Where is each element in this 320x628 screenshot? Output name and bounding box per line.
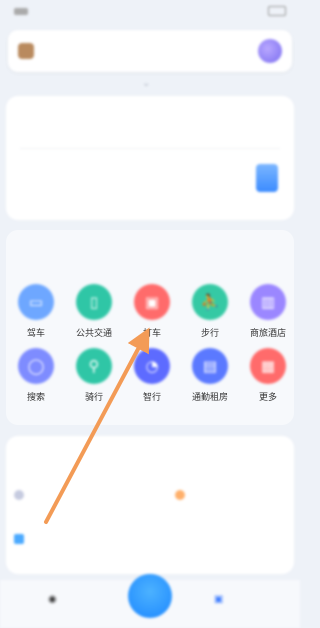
func-item-bike[interactable]: ⚲ 骑行 xyxy=(64,348,124,403)
hotel-icon: ▥ xyxy=(250,284,286,320)
nav-left-icon: ◉ xyxy=(48,594,57,605)
func-label: 打车 xyxy=(142,329,161,339)
signal-icon xyxy=(14,7,28,15)
func-item-walk[interactable]: ⛹ 步行 xyxy=(180,284,240,339)
func-label: 通勤租房 xyxy=(191,393,228,403)
search-bar[interactable] xyxy=(8,30,292,72)
func-item-taxi[interactable]: ▣ 打车 xyxy=(122,284,182,339)
addresses-card xyxy=(6,436,294,574)
timer-icon: ◔ xyxy=(134,348,170,384)
bus-icon: ▯ xyxy=(76,284,112,320)
func-item-car[interactable]: ▭ 驾车 xyxy=(6,284,66,339)
func-label: 商旅酒店 xyxy=(249,329,286,339)
info-icon xyxy=(256,164,278,192)
func-label: 搜索 xyxy=(26,393,45,403)
voice-assistant-icon[interactable] xyxy=(258,39,282,63)
hint-card-line1 xyxy=(20,166,26,177)
status-left xyxy=(14,7,32,15)
func-label: 智行 xyxy=(142,393,161,403)
nav-left[interactable]: ◉ xyxy=(48,594,61,605)
common-functions-section: ▭ 驾车 ▯ 公共交通 ▣ 打车 ⛹ 步行 ▥ 商旅酒店 ◯ 搜索 ⚲ 骑行 ◔ xyxy=(6,230,294,425)
func-item-bus[interactable]: ▯ 公共交通 xyxy=(64,284,124,339)
chevron-down-icon[interactable]: ⌄ xyxy=(142,78,150,89)
status-bar xyxy=(0,0,300,22)
divider xyxy=(20,148,280,149)
status-right xyxy=(265,6,286,16)
addresses-row-1 xyxy=(14,490,286,500)
func-label: 更多 xyxy=(258,393,277,403)
avatar[interactable] xyxy=(18,43,34,59)
func-item-more[interactable]: ▦ 更多 xyxy=(238,348,298,403)
func-item-commute-rent[interactable]: ▤ 通勤租房 xyxy=(180,348,240,403)
func-item-hotel[interactable]: ▥ 商旅酒店 xyxy=(238,284,298,339)
walk-icon: ⛹ xyxy=(192,284,228,320)
home-icon xyxy=(14,490,24,500)
bottom-nav: ◉ ▣ xyxy=(0,574,300,628)
func-label: 骑行 xyxy=(84,393,103,403)
nav-center-button[interactable] xyxy=(128,574,172,618)
building-icon: ▤ xyxy=(192,348,228,384)
taxi-icon: ▣ xyxy=(134,284,170,320)
addresses-row-2 xyxy=(14,534,286,544)
func-item-smart-travel[interactable]: ◔ 智行 xyxy=(122,348,182,403)
nav-right[interactable]: ▣ xyxy=(214,594,227,605)
func-label: 公共交通 xyxy=(75,329,112,339)
battery-icon xyxy=(268,6,286,16)
func-item-search[interactable]: ◯ 搜索 xyxy=(6,348,66,403)
grid-icon: ▦ xyxy=(250,348,286,384)
hint-card[interactable] xyxy=(6,96,294,220)
search-icon: ◯ xyxy=(18,348,54,384)
company-icon xyxy=(175,490,185,500)
car-icon: ▭ xyxy=(18,284,54,320)
nav-right-icon: ▣ xyxy=(214,594,224,605)
bookmark-icon xyxy=(14,534,24,544)
func-label: 驾车 xyxy=(26,329,45,339)
func-label: 步行 xyxy=(200,329,219,339)
bike-icon: ⚲ xyxy=(76,348,112,384)
